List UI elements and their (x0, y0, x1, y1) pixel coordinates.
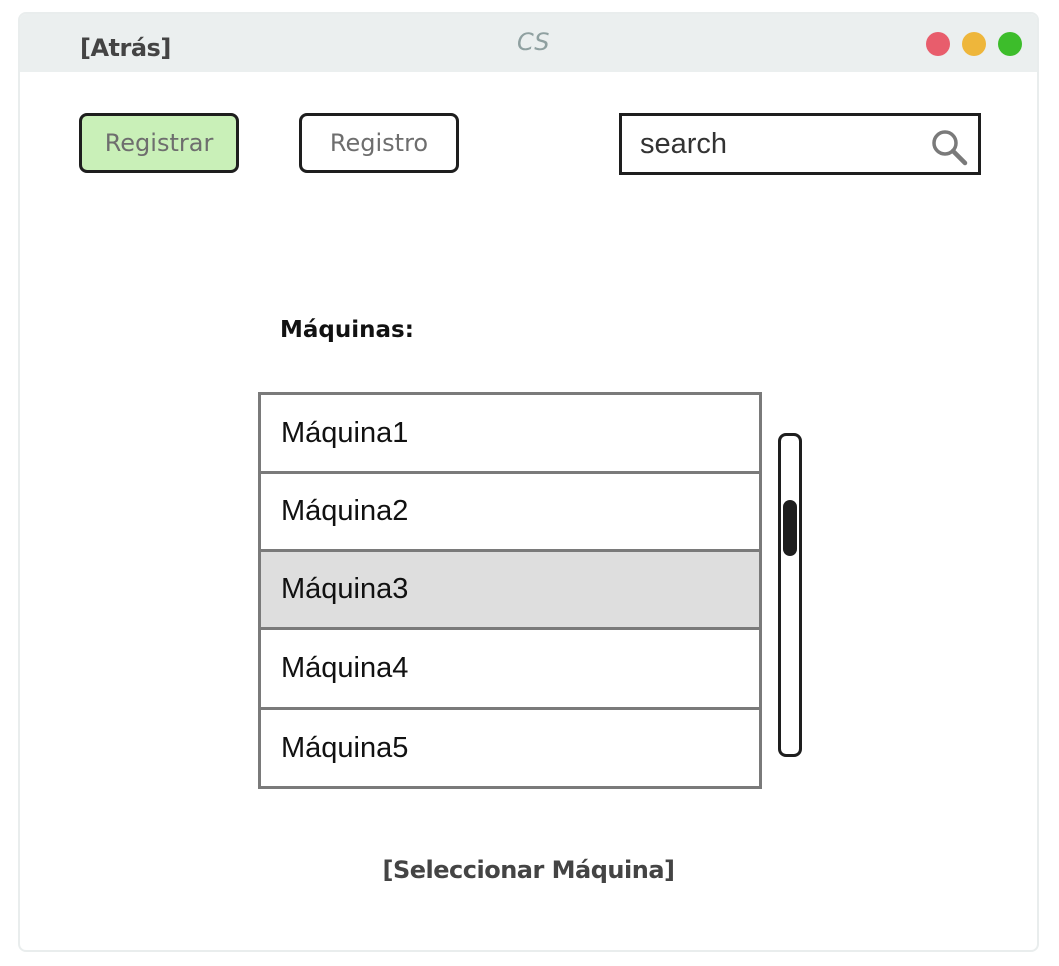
machine-list: Máquina1 Máquina2 Máquina3 Máquina4 Máqu… (258, 392, 762, 789)
machine-item[interactable]: Máquina1 (261, 395, 759, 474)
machine-item[interactable]: Máquina5 (261, 710, 759, 789)
close-window-button[interactable] (926, 32, 950, 56)
search-box (619, 113, 981, 175)
maximize-window-button[interactable] (998, 32, 1022, 56)
search-input[interactable] (640, 126, 910, 162)
registrar-button[interactable]: Registrar (79, 113, 239, 173)
registro-button[interactable]: Registro (299, 113, 459, 173)
minimize-window-button[interactable] (962, 32, 986, 56)
machine-item[interactable]: Máquina4 (261, 630, 759, 710)
machine-item[interactable]: Máquina2 (261, 474, 759, 552)
machines-heading: Máquinas: (280, 317, 414, 343)
search-icon[interactable] (930, 128, 968, 166)
back-link[interactable]: [Atrás] (80, 34, 171, 62)
title-bar: [Atrás] CS (20, 14, 1037, 72)
machine-item[interactable]: Máquina3 (261, 552, 759, 630)
select-machine-link[interactable]: [Seleccionar Máquina] (20, 856, 1037, 884)
scrollbar-thumb[interactable] (783, 500, 797, 556)
app-window: [Atrás] CS Registrar Registro Máquinas: … (18, 12, 1039, 952)
list-scrollbar[interactable] (778, 433, 802, 757)
window-title: CS (517, 28, 550, 56)
